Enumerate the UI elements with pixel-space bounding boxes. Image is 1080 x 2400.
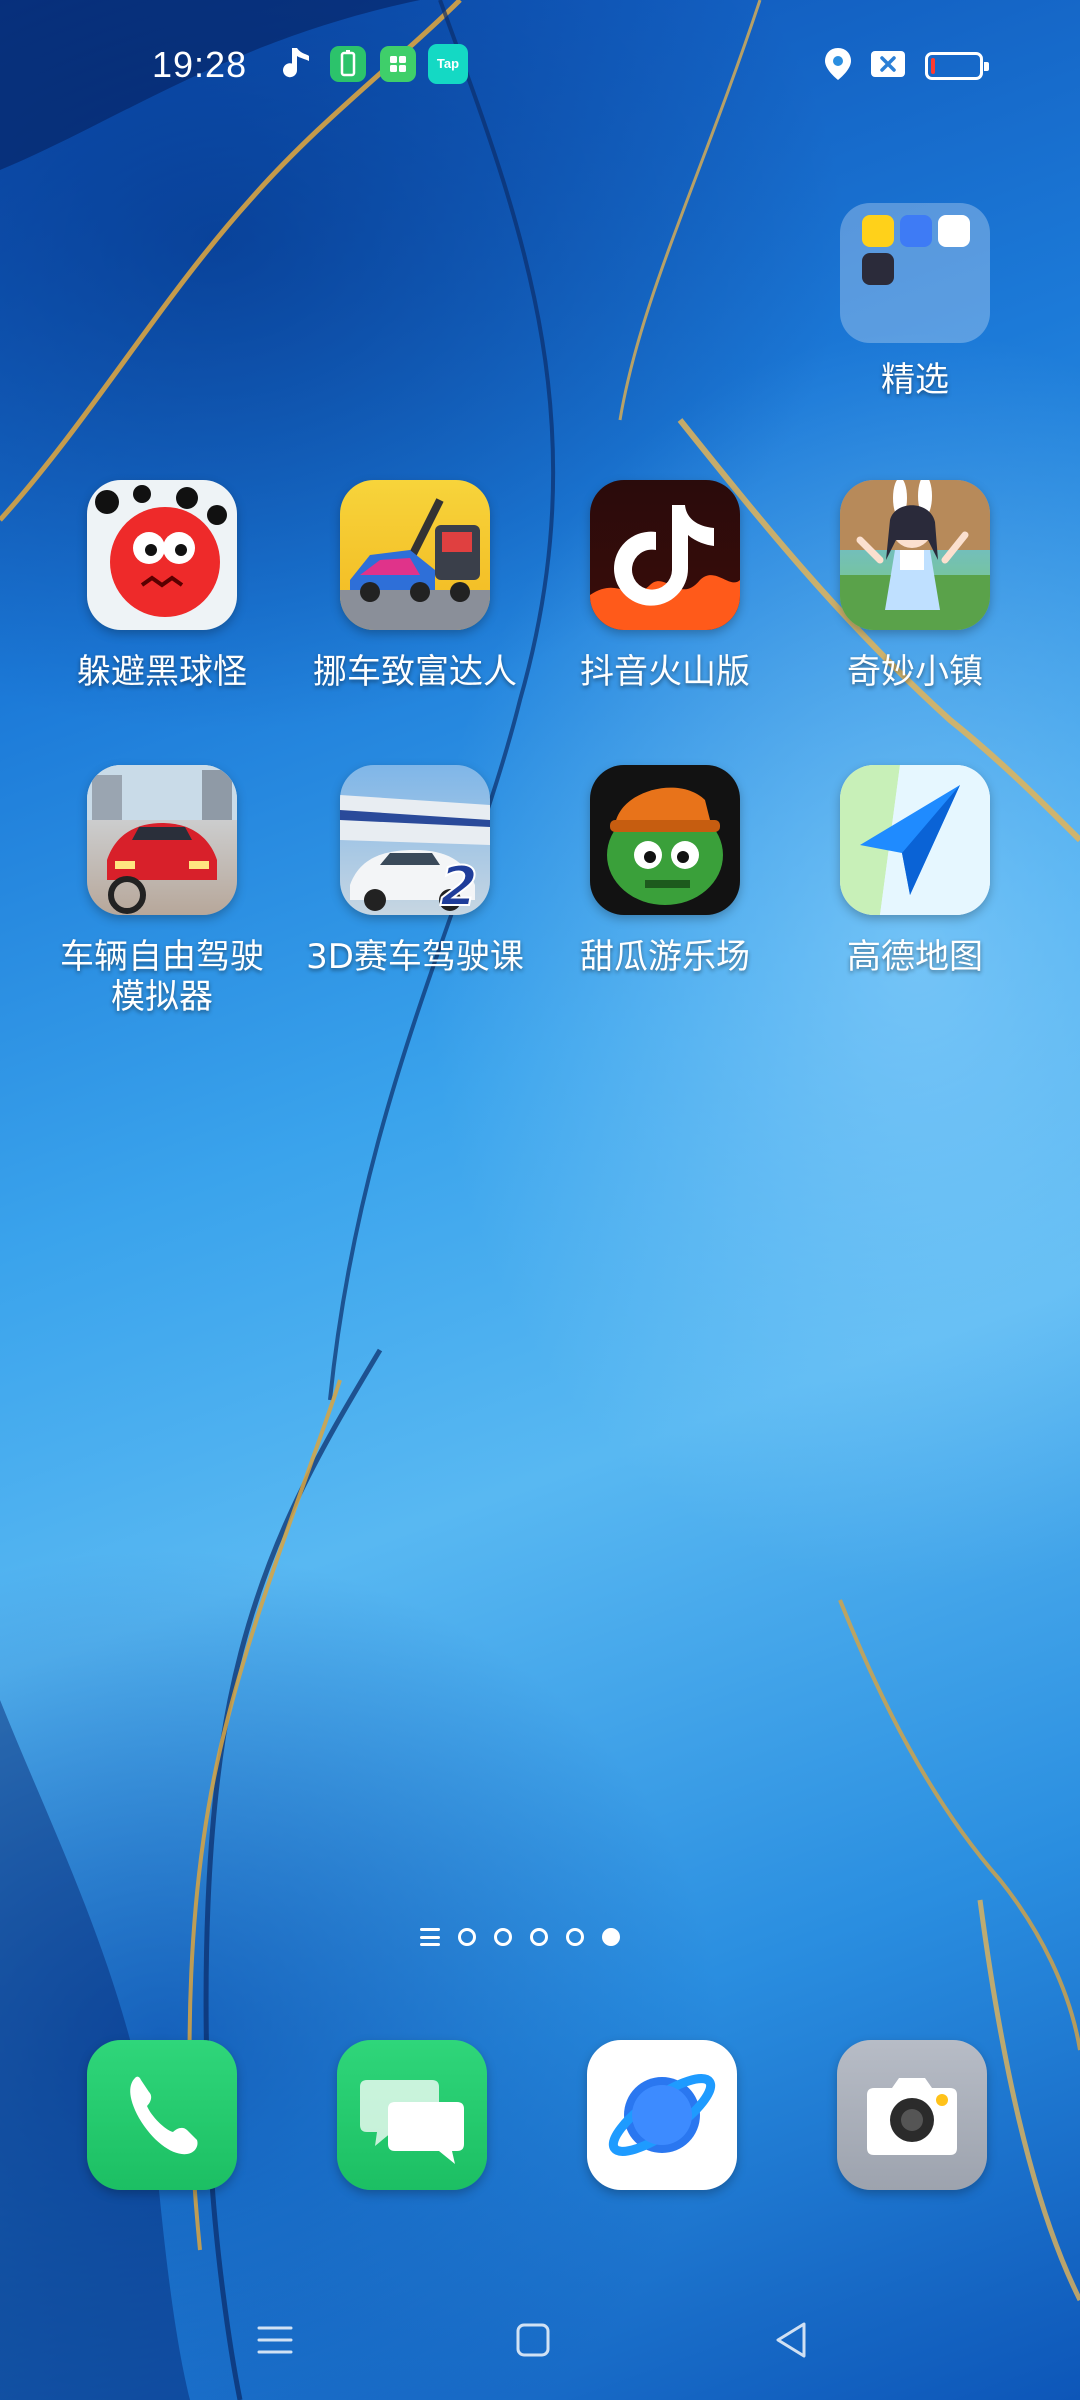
app-car-free-driving-sim[interactable]: 车辆自由驾驶 模拟器 [37, 765, 287, 1017]
app-label: 抖音火山版 [580, 652, 750, 692]
app-3d-racing-school[interactable]: 2 3D赛车驾驶课 [290, 765, 540, 977]
folder-featured[interactable] [840, 203, 990, 343]
app-label: 奇妙小镇 [847, 652, 983, 692]
home-icon[interactable] [503, 2310, 563, 2370]
blue-app-icon [900, 215, 932, 247]
page-dot[interactable] [494, 1928, 512, 1946]
app-drawer-indicator-icon[interactable] [420, 1928, 440, 1946]
purple-app-icon [862, 253, 894, 285]
app-dodge-black-ball[interactable]: 躲避黑球怪 [37, 480, 287, 692]
page-indicator[interactable] [420, 1923, 620, 1951]
page-dot[interactable] [566, 1928, 584, 1946]
folder-label-wrap: 精选 [790, 360, 1040, 400]
app-label-line-2: 模拟器 [111, 977, 213, 1017]
svg-text:2: 2 [440, 855, 478, 915]
yellow-app-icon [862, 215, 894, 247]
anime-girl-game-icon [840, 480, 990, 630]
back-icon[interactable] [762, 2310, 822, 2370]
page-dot-active[interactable] [602, 1928, 620, 1946]
app-label: 高德地图 [847, 937, 983, 977]
app-label: 车辆自由驾驶 模拟器 [37, 937, 287, 1017]
red-ball-game-icon [87, 480, 237, 630]
dock-messages[interactable] [337, 2040, 487, 2190]
tow-truck-game-icon [340, 480, 490, 630]
clock: 19:28 [152, 44, 248, 85]
app-label: 甜瓜游乐场 [580, 937, 750, 977]
status-bar: 19:28 Tap [0, 0, 1080, 130]
app-amap[interactable]: 高德地图 [790, 765, 1040, 977]
app-label: 挪车致富达人 [313, 652, 517, 692]
dock-phone[interactable] [87, 2040, 237, 2190]
dock-camera[interactable] [837, 2040, 987, 2190]
messages-icon [360, 2080, 464, 2164]
amap-icon [840, 765, 990, 915]
douyin-huoshan-icon [590, 480, 740, 630]
wechat-mini-icon [380, 46, 416, 82]
no-sim-icon [871, 51, 905, 77]
location-icon [825, 48, 851, 80]
racing-school-icon: 2 [340, 765, 490, 915]
app-label-line-1: 车辆自由驾驶 [60, 937, 264, 977]
app-tow-truck-tycoon[interactable]: 挪车致富达人 [290, 480, 540, 692]
heart-app-icon [938, 215, 970, 247]
music-note-icon [283, 48, 309, 78]
car-driving-sim-icon [87, 765, 237, 915]
battery-saver-app-icon [330, 46, 366, 82]
camera-icon [867, 2078, 957, 2155]
browser-icon [608, 2074, 716, 2156]
dock-browser[interactable] [587, 2040, 737, 2190]
taptap-icon: Tap [428, 44, 468, 84]
page-dot[interactable] [458, 1928, 476, 1946]
menu-icon[interactable] [245, 2310, 305, 2370]
app-label: 3D赛车驾驶课 [306, 937, 524, 977]
battery-icon [925, 52, 989, 80]
app-melon-playground[interactable]: 甜瓜游乐场 [540, 765, 790, 977]
app-label: 躲避黑球怪 [77, 652, 247, 692]
phone-icon [130, 2076, 198, 2155]
app-wonder-town[interactable]: 奇妙小镇 [790, 480, 1040, 692]
page-dot[interactable] [530, 1928, 548, 1946]
folder-label: 精选 [881, 360, 949, 400]
app-douyin-huoshan[interactable]: 抖音火山版 [540, 480, 790, 692]
melon-playground-icon [590, 765, 740, 915]
